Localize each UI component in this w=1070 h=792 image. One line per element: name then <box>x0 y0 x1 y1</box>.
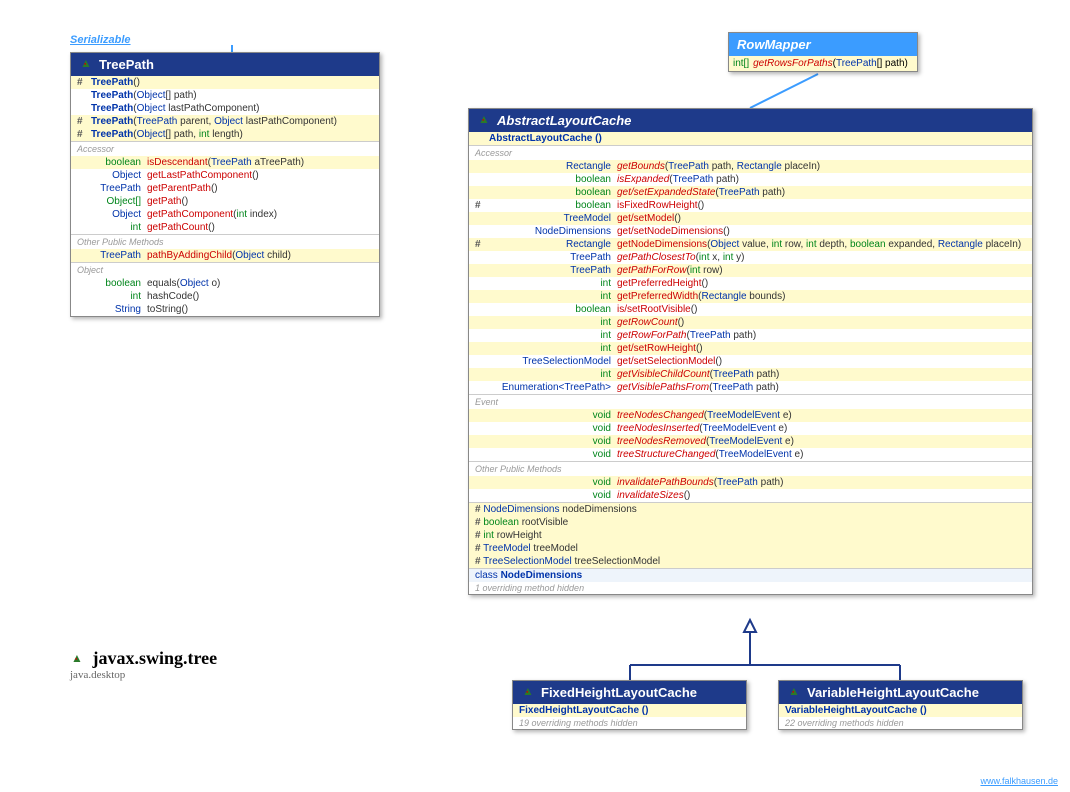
method-row: voidtreeNodesInserted (TreeModelEvent e) <box>469 422 1032 435</box>
class-header: TreePath <box>71 53 379 76</box>
return-type: int[] <box>733 58 753 69</box>
hidden-methods-note: 19 overriding methods hidden <box>513 717 746 729</box>
method-row: inthashCode () <box>71 290 379 303</box>
method-args: (TreePath[] path) <box>833 58 908 69</box>
class-header: FixedHeightLayoutCache <box>513 681 746 704</box>
constructor-row: AbstractLayoutCache () <box>469 132 1032 145</box>
method-row: intgetRowCount () <box>469 316 1032 329</box>
section-object: Object <box>71 263 379 277</box>
method-row: intget/setRowHeight () <box>469 342 1032 355</box>
method-row: voidtreeNodesRemoved (TreeModelEvent e) <box>469 435 1032 448</box>
method-row: TreePathgetPathForRow (int row) <box>469 264 1032 277</box>
inner-class-row: class NodeDimensions <box>469 569 1032 582</box>
tree-icon <box>70 653 84 667</box>
method-row: intgetPathCount () <box>71 221 379 234</box>
class-title: TreePath <box>99 57 154 72</box>
interface-link-serializable[interactable]: Serializable <box>70 34 131 46</box>
constructor-row: #TreePath (TreePath parent, Object lastP… <box>71 115 379 128</box>
method-row: booleanisExpanded (TreePath path) <box>469 173 1032 186</box>
interface-rowmapper: RowMapper int[] getRowsForPaths (TreePat… <box>728 32 918 72</box>
method-row: StringtoString () <box>71 303 379 316</box>
method-row: TreePathpathByAddingChild (Object child) <box>71 249 379 262</box>
package-name: javax.swing.tree <box>93 648 218 668</box>
method-row: TreeModelget/setModel () <box>469 212 1032 225</box>
class-title: AbstractLayoutCache <box>497 113 631 128</box>
method-name: getRowsForPaths <box>753 58 832 69</box>
method-row: intgetPreferredHeight () <box>469 277 1032 290</box>
class-header: VariableHeightLayoutCache <box>779 681 1022 704</box>
field-row: # TreeSelectionModel treeSelectionModel <box>469 555 1032 568</box>
method-row: intgetRowForPath (TreePath path) <box>469 329 1032 342</box>
class-title: FixedHeightLayoutCache <box>541 685 697 700</box>
method-row: Object[]getPath () <box>71 195 379 208</box>
method-row: NodeDimensionsget/setNodeDimensions () <box>469 225 1032 238</box>
method-row: TreeSelectionModelget/setSelectionModel … <box>469 355 1032 368</box>
package-label: javax.swing.tree java.desktop <box>70 648 217 681</box>
class-icon <box>477 114 491 128</box>
hidden-methods-note: 22 overriding methods hidden <box>779 717 1022 729</box>
method-row: int[] getRowsForPaths (TreePath[] path) <box>729 56 917 71</box>
method-row: intgetPreferredWidth (Rectangle bounds) <box>469 290 1032 303</box>
method-row: voidtreeStructureChanged (TreeModelEvent… <box>469 448 1032 461</box>
interface-header: RowMapper <box>729 33 917 56</box>
method-row: voidinvalidateSizes () <box>469 489 1032 502</box>
method-row: ObjectgetPathComponent (int index) <box>71 208 379 221</box>
footer-link[interactable]: www.falkhausen.de <box>980 776 1058 786</box>
method-row: booleanis/setRootVisible () <box>469 303 1032 316</box>
field-row: # NodeDimensions nodeDimensions <box>469 503 1032 516</box>
method-row: booleanisDescendant (TreePath aTreePath) <box>71 156 379 169</box>
method-row: #RectanglegetNodeDimensions (Object valu… <box>469 238 1032 251</box>
constructor-row: #TreePath (Object[] path, int length) <box>71 128 379 141</box>
method-row: voidtreeNodesChanged (TreeModelEvent e) <box>469 409 1032 422</box>
class-icon <box>521 686 535 700</box>
section-event: Event <box>469 395 1032 409</box>
method-row: voidinvalidatePathBounds (TreePath path) <box>469 476 1032 489</box>
method-row: booleanequals (Object o) <box>71 277 379 290</box>
class-treepath: TreePath #TreePath ()TreePath (Object[] … <box>70 52 380 317</box>
field-row: # int rowHeight <box>469 529 1032 542</box>
constructor-row: TreePath (Object[] path) <box>71 89 379 102</box>
method-row: booleanget/setExpandedState (TreePath pa… <box>469 186 1032 199</box>
class-variableheightlayoutcache: VariableHeightLayoutCache VariableHeight… <box>778 680 1023 730</box>
constructor-row: TreePath (Object lastPathComponent) <box>71 102 379 115</box>
section-other: Other Public Methods <box>71 235 379 249</box>
class-icon <box>787 686 801 700</box>
hidden-methods-note: 1 overriding method hidden <box>469 582 1032 594</box>
class-fixedheightlayoutcache: FixedHeightLayoutCache FixedHeightLayout… <box>512 680 747 730</box>
method-row: RectanglegetBounds (TreePath path, Recta… <box>469 160 1032 173</box>
module-name: java.desktop <box>70 669 217 681</box>
method-row: #booleanisFixedRowHeight () <box>469 199 1032 212</box>
field-row: # boolean rootVisible <box>469 516 1032 529</box>
class-header: AbstractLayoutCache <box>469 109 1032 132</box>
method-row: intgetVisibleChildCount (TreePath path) <box>469 368 1032 381</box>
method-row: Enumeration<TreePath>getVisiblePathsFrom… <box>469 381 1032 394</box>
constructor-row: #TreePath () <box>71 76 379 89</box>
class-abstractlayoutcache: AbstractLayoutCache AbstractLayoutCache … <box>468 108 1033 595</box>
method-row: ObjectgetLastPathComponent () <box>71 169 379 182</box>
method-row: TreePathgetPathClosestTo (int x, int y) <box>469 251 1032 264</box>
constructor-row: VariableHeightLayoutCache () <box>779 704 1022 717</box>
section-accessor: Accessor <box>71 142 379 156</box>
field-row: # TreeModel treeModel <box>469 542 1032 555</box>
constructor-row: FixedHeightLayoutCache () <box>513 704 746 717</box>
class-icon <box>79 58 93 72</box>
section-other: Other Public Methods <box>469 462 1032 476</box>
interface-title: RowMapper <box>737 37 811 52</box>
section-accessor: Accessor <box>469 146 1032 160</box>
method-row: TreePathgetParentPath () <box>71 182 379 195</box>
class-title: VariableHeightLayoutCache <box>807 685 979 700</box>
